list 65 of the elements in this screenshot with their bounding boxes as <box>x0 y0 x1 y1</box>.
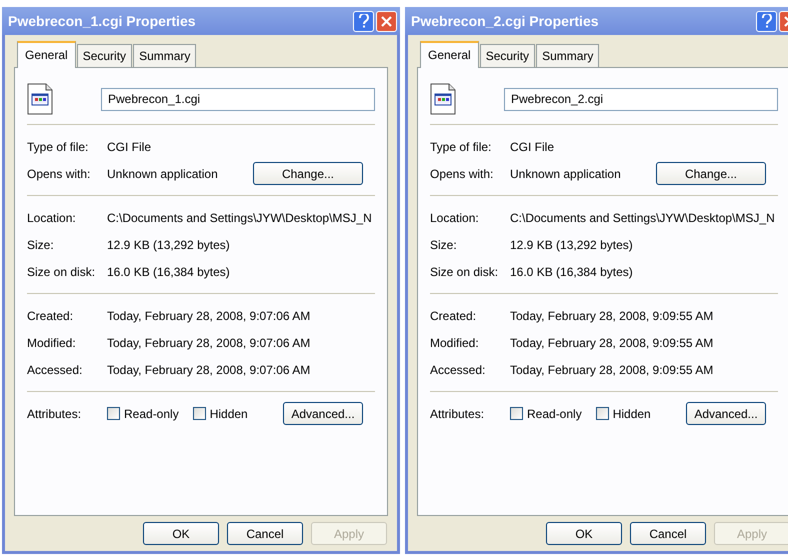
field-label: Location: <box>430 210 480 226</box>
checkbox[interactable] <box>596 407 609 420</box>
field-label: Size on disk: <box>430 264 500 280</box>
field-value: Today, February 28, 2008, 9:09:55 AM <box>510 334 714 352</box>
dialog-button[interactable]: OK <box>546 522 622 545</box>
tab[interactable]: General <box>17 41 76 68</box>
field-value: 12.9 KB (13,292 bytes) <box>107 236 231 254</box>
field-label: Attributes: <box>27 406 82 422</box>
field-label: Size: <box>430 236 458 254</box>
change-button[interactable]: Change... <box>253 162 363 185</box>
checkbox-label: Read-only <box>527 406 582 422</box>
file-name-field[interactable]: Pwebrecon_1.cgi <box>101 88 375 110</box>
checkbox-label: Hidden <box>210 406 248 422</box>
tab[interactable]: General <box>420 41 479 68</box>
help-icon[interactable] <box>353 10 374 32</box>
tab[interactable]: Summary <box>133 44 196 67</box>
checkbox[interactable] <box>510 407 523 420</box>
dialog-button[interactable]: Cancel <box>227 522 303 545</box>
field-value: 16.0 KB (16,384 bytes) <box>510 264 634 280</box>
window-title: Pwebrecon_1.cgi Properties <box>8 12 197 31</box>
field-value: CGI File <box>107 138 152 156</box>
tab[interactable]: Security <box>76 44 132 67</box>
field-value: 12.9 KB (13,292 bytes) <box>510 236 634 254</box>
file-icon <box>27 83 53 115</box>
dialog-button[interactable]: OK <box>143 522 219 545</box>
field-label: Created: <box>430 308 478 324</box>
dialog-button[interactable]: Cancel <box>630 522 706 545</box>
field-label: Attributes: <box>430 406 486 422</box>
checkbox-label: Read-only <box>124 406 179 422</box>
field-value: Today, February 28, 2008, 9:07:06 AM <box>107 308 312 324</box>
field-label: Opens with: <box>430 166 494 182</box>
field-value: Unknown application <box>107 166 219 182</box>
field-label: Modified: <box>27 334 77 352</box>
field-label: Created: <box>27 308 74 324</box>
field-label: Accessed: <box>27 362 84 378</box>
field-label: Opens with: <box>27 166 92 182</box>
field-label: Location: <box>27 210 77 226</box>
field-value: 16.0 KB (16,384 bytes) <box>107 264 231 280</box>
field-label: Accessed: <box>430 362 486 378</box>
help-icon[interactable] <box>756 10 777 32</box>
advanced-button[interactable]: Advanced... <box>686 402 766 425</box>
field-value: Unknown application <box>510 166 622 182</box>
field-label: Type of file: <box>27 138 90 156</box>
checkbox[interactable] <box>192 407 206 420</box>
field-value: Today, February 28, 2008, 9:09:55 AM <box>510 362 714 378</box>
close-icon[interactable] <box>376 10 397 32</box>
field-value: Today, February 28, 2008, 9:07:06 AM <box>107 334 312 352</box>
file-icon <box>430 83 456 115</box>
field-value: Today, February 28, 2008, 9:09:55 AM <box>510 308 714 324</box>
field-value: Today, February 28, 2008, 9:07:06 AM <box>107 362 312 378</box>
window-title: Pwebrecon_2.cgi Properties <box>411 12 600 31</box>
checkbox-label: Hidden <box>612 406 651 422</box>
field-value: C:\Documents and Settings\JYW\Desktop\MSJ_N <box>510 210 776 226</box>
field-value: C:\Documents and Settings\JYW\Desktop\MSJ_N <box>107 210 373 226</box>
tab[interactable]: Security <box>480 44 536 67</box>
field-label: Size: <box>27 236 55 254</box>
change-button[interactable]: Change... <box>656 162 766 185</box>
advanced-button[interactable]: Advanced... <box>283 402 363 425</box>
checkbox[interactable] <box>107 407 120 420</box>
field-value: CGI File <box>510 138 556 156</box>
field-label: Type of file: <box>430 138 492 156</box>
field-label: Modified: <box>430 334 480 352</box>
field-label: Size on disk: <box>27 264 96 280</box>
file-name-field[interactable]: Pwebrecon_2.cgi <box>504 88 778 110</box>
tab[interactable]: Summary <box>536 44 600 67</box>
